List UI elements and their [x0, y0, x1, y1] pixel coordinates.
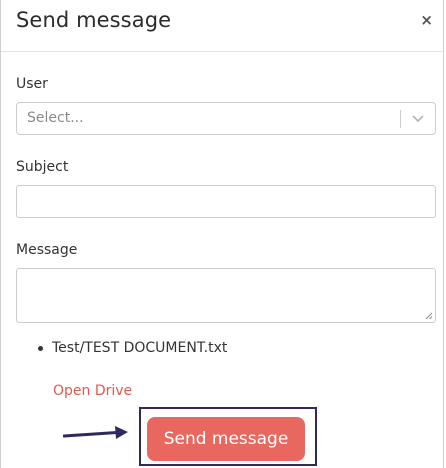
subject-label: Subject [16, 159, 69, 175]
user-select[interactable]: Select... [16, 102, 436, 135]
attachment-list: Test/TEST DOCUMENT.txt [38, 340, 227, 356]
arrow-right-icon [63, 426, 128, 439]
subject-input[interactable] [16, 185, 436, 218]
modal-title: Send message [16, 8, 172, 32]
chevron-down-icon[interactable] [411, 110, 425, 126]
user-label: User [16, 76, 48, 92]
send-message-modal: Send message × User Select... Subject Me… [0, 0, 445, 468]
resize-handle-icon[interactable] [425, 312, 433, 320]
select-separator [400, 110, 401, 128]
attachment-item: Test/TEST DOCUMENT.txt [38, 340, 227, 356]
attachment-name: Test/TEST DOCUMENT.txt [52, 340, 228, 356]
bullet-icon [38, 346, 43, 351]
user-select-placeholder: Select... [27, 110, 84, 126]
modal-header: Send message × [1, 0, 445, 52]
message-textarea[interactable] [16, 268, 436, 323]
open-drive-link[interactable]: Open Drive [53, 383, 132, 399]
message-label: Message [16, 242, 78, 258]
close-icon[interactable]: × [420, 11, 433, 29]
send-message-button[interactable]: Send message [147, 417, 305, 461]
